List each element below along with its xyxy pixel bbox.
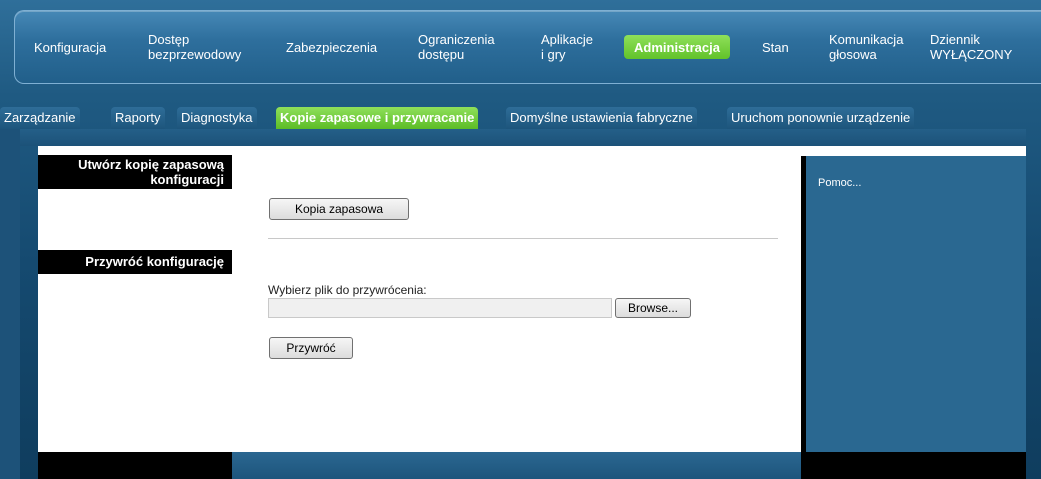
restore-section-heading: Przywróć konfigurację — [38, 250, 232, 274]
nav-dziennik[interactable]: Dziennik WYŁĄCZONY — [930, 11, 1012, 83]
nav-konfiguracja[interactable]: Konfiguracja — [34, 11, 106, 83]
tab-raporty[interactable]: Raporty — [111, 107, 165, 129]
file-select-label: Wybierz plik do przywrócenia: — [268, 283, 427, 297]
content-frame-top — [20, 129, 1026, 146]
help-panel-top-border — [801, 146, 1026, 156]
main-nav: Konfiguracja Dostęp bezprzewodowy Zabezp… — [14, 10, 1041, 84]
backup-button[interactable]: Kopia zapasowa — [269, 198, 409, 220]
nav-stan[interactable]: Stan — [762, 11, 789, 83]
section-headings: Utwórz kopię zapasową konfiguracji Przyw… — [38, 146, 232, 479]
nav-ograniczenia-dostepu[interactable]: Ograniczenia dostępu — [418, 11, 495, 83]
tab-uruchom-ponownie[interactable]: Uruchom ponownie urządzenie — [727, 107, 915, 129]
restore-button[interactable]: Przywróć — [269, 337, 353, 359]
backup-restore-panel: Kopia zapasowa Wybierz plik do przywróce… — [232, 146, 801, 452]
restore-file-input[interactable] — [268, 298, 612, 318]
nav-dostep-bezprzewodowy[interactable]: Dostęp bezprzewodowy — [148, 11, 241, 83]
backup-section-heading: Utwórz kopię zapasową konfiguracji — [38, 155, 232, 189]
help-panel: Pomoc... — [806, 156, 1026, 452]
help-link[interactable]: Pomoc... — [818, 177, 861, 189]
right-footer — [806, 452, 1026, 479]
nav-zabezpieczenia[interactable]: Zabezpieczenia — [286, 11, 377, 83]
tab-diagnostyka[interactable]: Diagnostyka — [177, 107, 257, 129]
nav-komunikacja-glosowa[interactable]: Komunikacja głosowa — [829, 11, 903, 83]
nav-administracja[interactable]: Administracja — [624, 35, 730, 59]
left-footer — [38, 452, 232, 479]
section-divider — [268, 238, 778, 239]
tab-kopie-zapasowe[interactable]: Kopie zapasowe i przywracanie — [276, 107, 479, 129]
frame-edge — [0, 129, 20, 479]
browse-button[interactable]: Browse... — [615, 298, 691, 318]
nav-aplikacje-i-gry[interactable]: Aplikacje i gry — [541, 11, 593, 83]
main-footer — [232, 452, 801, 479]
tab-domyslne-ustawienia[interactable]: Domyślne ustawienia fabryczne — [506, 107, 697, 129]
tab-zarzadzanie[interactable]: Zarządzanie — [0, 107, 80, 129]
sub-tabs: Zarządzanie Raporty Diagnostyka Kopie za… — [0, 107, 1041, 129]
